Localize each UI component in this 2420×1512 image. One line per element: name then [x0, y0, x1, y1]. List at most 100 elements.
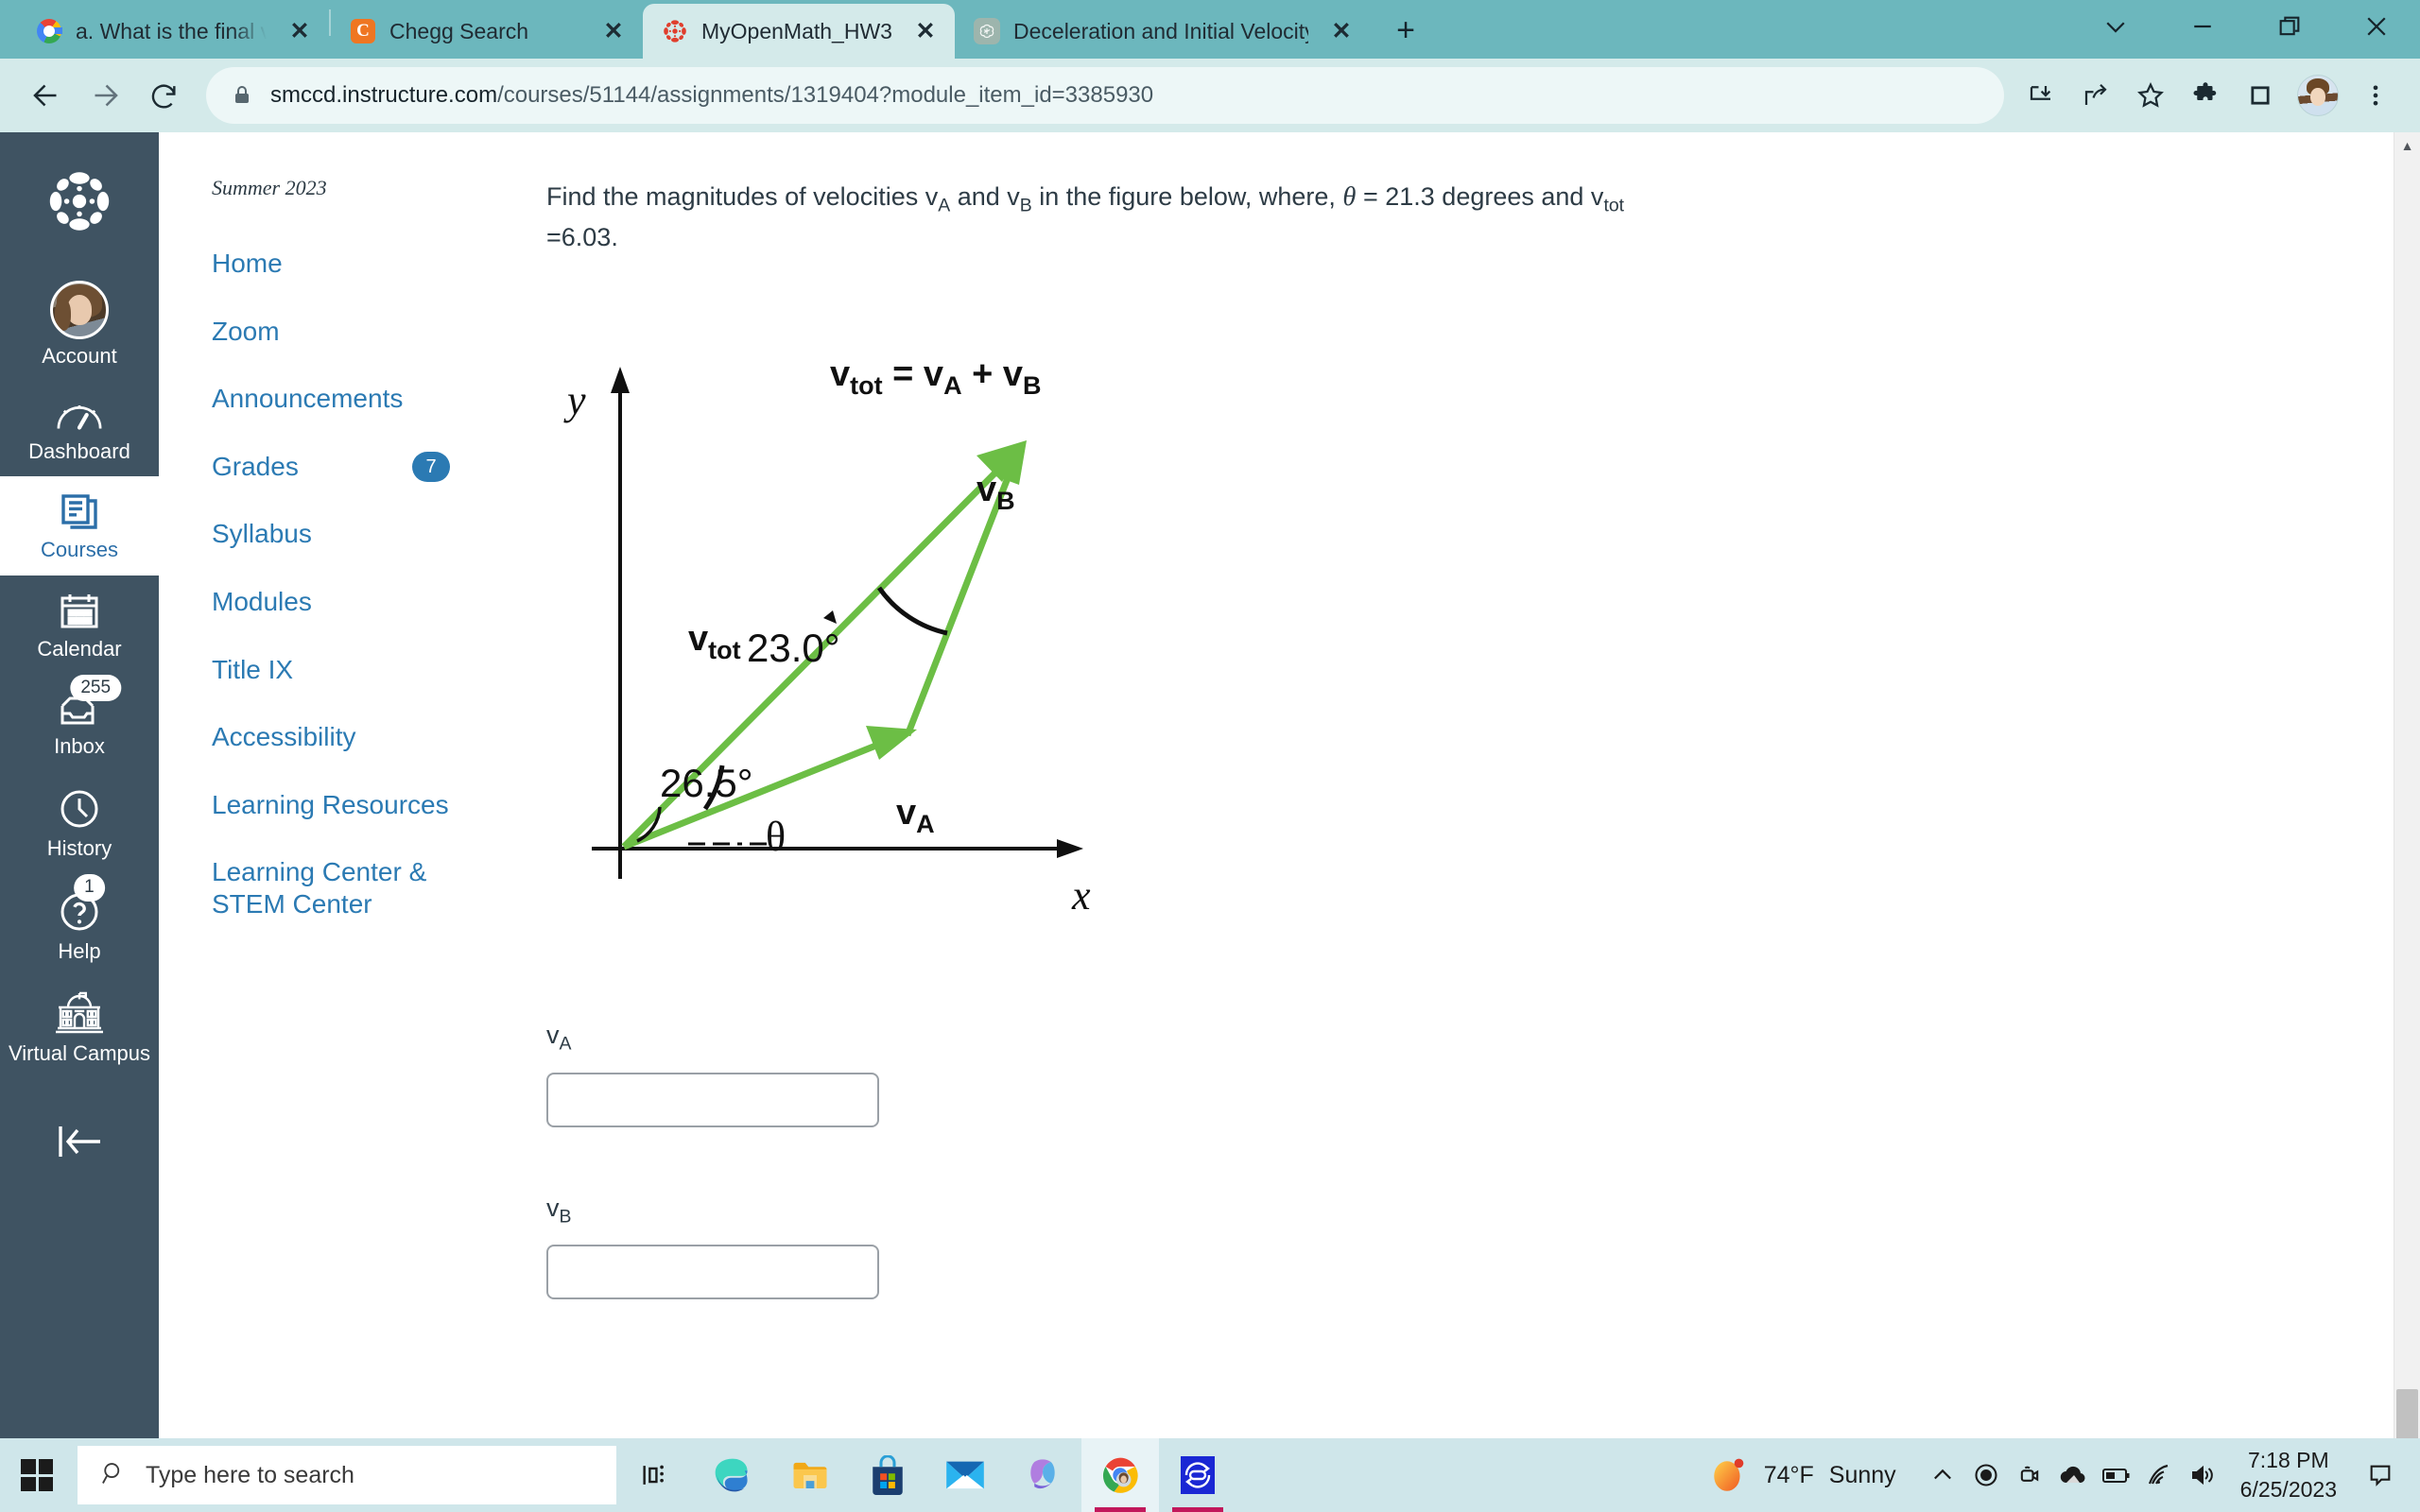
mail-icon[interactable]: [926, 1438, 1004, 1512]
vector-diagram-svg: y x vtot vB vA 23.0° 26.5° θ vtot = vA +…: [546, 350, 1114, 919]
angle-label-23: 23.0°: [747, 626, 840, 670]
subscript-tot: tot: [1603, 195, 1625, 216]
browser-toolbar: smccd.instructure.com/courses/51144/assi…: [0, 59, 2420, 132]
share-icon[interactable]: [2068, 68, 2123, 123]
course-nav-zoom[interactable]: Zoom: [212, 304, 471, 359]
global-nav-label: Inbox: [54, 733, 105, 758]
three-dots-icon[interactable]: [2348, 68, 2403, 123]
inbox-icon: 255: [57, 674, 122, 730]
puzzle-icon[interactable]: [2178, 68, 2233, 123]
chevron-down-icon[interactable]: [2072, 0, 2159, 53]
weather-temp: 74°F: [1763, 1461, 1814, 1488]
global-nav-history[interactable]: History: [0, 771, 159, 874]
course-nav-learning-resources[interactable]: Learning Resources: [212, 778, 471, 833]
profile-avatar[interactable]: [2297, 75, 2339, 116]
dashboard-icon: [56, 397, 103, 435]
tab-close-icon[interactable]: ✕: [284, 15, 316, 47]
course-nav-announcements[interactable]: Announcements: [212, 371, 471, 426]
course-nav-title-ix[interactable]: Title IX: [212, 643, 471, 697]
tab-close-icon[interactable]: ✕: [1325, 15, 1357, 47]
close-icon[interactable]: [2333, 0, 2420, 53]
taskbar-search-box[interactable]: Type here to search: [78, 1446, 616, 1504]
new-tab-button[interactable]: +: [1384, 9, 1427, 52]
caret-up-icon[interactable]: ▲: [2394, 132, 2420, 159]
tab-close-icon[interactable]: ✕: [597, 15, 630, 47]
browser-tab-myopenmath[interactable]: MyOpenMath_HW3 ✕: [643, 4, 955, 59]
weather-widget[interactable]: 74°F Sunny: [1709, 1455, 1896, 1495]
global-nav-calendar[interactable]: Calendar: [0, 576, 159, 675]
clock-icon: [57, 786, 102, 832]
answer-label-vb: vB: [546, 1194, 2337, 1228]
tab-close-icon[interactable]: ✕: [909, 15, 942, 47]
browser-tab-google[interactable]: a. What is the final velocity of a f ✕: [17, 4, 329, 59]
theta-symbol: θ: [1342, 181, 1357, 212]
reload-icon[interactable]: [134, 66, 193, 125]
minimize-icon[interactable]: [2159, 0, 2246, 53]
install-icon[interactable]: [2014, 68, 2068, 123]
angle-label-265: 26.5°: [660, 761, 753, 805]
global-nav-courses[interactable]: Courses: [0, 476, 159, 576]
grades-badge: 7: [412, 451, 450, 482]
browser-window: a. What is the final velocity of a f ✕ C…: [0, 0, 2420, 1512]
side-panel-icon[interactable]: [2233, 68, 2288, 123]
answer-input-va[interactable]: [546, 1072, 879, 1127]
page-scrollbar[interactable]: ▲: [2394, 132, 2420, 1512]
blue-app-icon[interactable]: [1159, 1438, 1236, 1512]
search-icon: [100, 1460, 127, 1491]
forward-arrow-icon[interactable]: [76, 66, 134, 125]
course-nav-accessibility[interactable]: Accessibility: [212, 710, 471, 765]
answer-label-va: vA: [546, 1021, 2337, 1055]
global-nav-virtual-campus[interactable]: Virtual Campus: [0, 976, 159, 1079]
course-nav-learning-center[interactable]: Learning Center & STEM Center: [212, 845, 448, 931]
file-explorer-icon[interactable]: [771, 1438, 849, 1512]
system-tray: 74°F Sunny 7:18 PM 6/25/2023: [1709, 1438, 2420, 1512]
course-nav-grades[interactable]: Grades 7: [212, 439, 471, 494]
answer-input-vb[interactable]: [546, 1245, 879, 1300]
back-arrow-icon[interactable]: [17, 66, 76, 125]
inbox-badge: 255: [70, 674, 122, 702]
answer-label-v: v: [546, 1193, 560, 1222]
search-placeholder: Type here to search: [146, 1461, 354, 1488]
camera-icon[interactable]: [2008, 1438, 2051, 1512]
global-nav-label: History: [46, 836, 112, 861]
avatar-icon: [50, 281, 109, 339]
collapse-arrow-icon[interactable]: [53, 1121, 106, 1186]
question-part-2: and v: [950, 182, 1020, 211]
browser-tab-chatgpt[interactable]: Deceleration and Initial Velocity. ✕: [955, 4, 1371, 59]
course-nav-modules[interactable]: Modules: [212, 575, 471, 629]
global-nav-dashboard[interactable]: Dashboard: [0, 382, 159, 477]
global-nav-help[interactable]: 1 Help: [0, 873, 159, 977]
notification-icon[interactable]: [2352, 1438, 2409, 1512]
office-icon[interactable]: [1004, 1438, 1081, 1512]
assignment-content: Find the magnitudes of velocities vA and…: [471, 132, 2394, 1512]
record-icon[interactable]: [1964, 1438, 2008, 1512]
chevron-up-icon[interactable]: [1921, 1438, 1964, 1512]
battery-icon[interactable]: [2095, 1438, 2138, 1512]
star-icon[interactable]: [2123, 68, 2178, 123]
page-viewport: Account Dashboard Courses Calendar 255 I…: [0, 132, 2420, 1512]
global-nav-inbox[interactable]: 255 Inbox: [0, 674, 159, 772]
microsoft-store-icon[interactable]: [849, 1438, 926, 1512]
canvas-logo-icon[interactable]: [44, 166, 114, 241]
wifi-icon[interactable]: [2138, 1438, 2182, 1512]
x-axis-label: x: [1071, 872, 1091, 917]
restore-icon[interactable]: [2246, 0, 2333, 53]
taskbar-clock[interactable]: 7:18 PM 6/25/2023: [2225, 1438, 2352, 1512]
url-domain: smccd.instructure.com: [270, 82, 498, 108]
tab-strip: a. What is the final velocity of a f ✕ C…: [0, 0, 2420, 59]
url-path: /courses/51144/assignments/1319404?modul…: [497, 82, 1154, 108]
chrome-icon[interactable]: [1081, 1438, 1159, 1512]
volume-icon[interactable]: [2182, 1438, 2225, 1512]
course-nav-syllabus[interactable]: Syllabus: [212, 507, 471, 561]
course-nav-home[interactable]: Home: [212, 236, 471, 291]
course-nav-label: Learning Center & STEM Center: [212, 857, 427, 919]
windows-start-icon[interactable]: [0, 1438, 74, 1512]
vector-diagram-figure: y x vtot vB vA 23.0° 26.5° θ vtot = vA +…: [546, 350, 1114, 919]
task-view-icon[interactable]: [616, 1438, 694, 1512]
course-nav-label: Title IX: [212, 654, 294, 684]
edge-icon[interactable]: [694, 1438, 771, 1512]
global-nav-account[interactable]: Account: [0, 266, 159, 382]
address-bar[interactable]: smccd.instructure.com/courses/51144/assi…: [206, 67, 2004, 124]
cloud-icon[interactable]: [2051, 1438, 2095, 1512]
browser-tab-chegg[interactable]: C Chegg Search ✕: [331, 4, 643, 59]
